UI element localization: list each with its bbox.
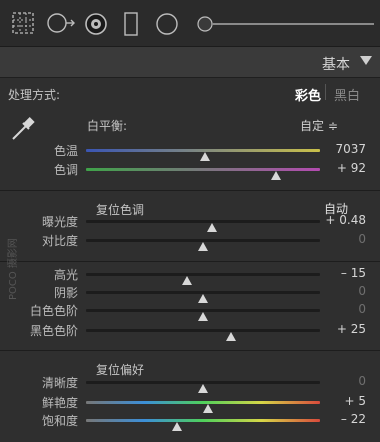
slider-thumb[interactable] [181,276,192,285]
panel-title: 基本 [322,57,350,73]
slider-value[interactable]: 0 [306,302,366,316]
section-divider [0,190,380,191]
panel-header[interactable]: 基本 [0,47,380,78]
slider-track[interactable] [86,273,320,276]
crop-overlay-icon[interactable] [12,12,34,34]
slider-value[interactable]: 0 [306,232,366,246]
treatment-color-option[interactable]: 彩色 [295,85,321,104]
slider-label: 色温 [53,144,78,158]
watermark-text: POCO 摄影网 [8,238,19,300]
slider-thumb[interactable] [198,294,208,303]
slider-value[interactable]: 0 [306,284,366,298]
slider-track[interactable] [86,168,320,171]
slider-label: 鲜艳度 [41,396,78,410]
slider-value[interactable]: – 22 [306,412,366,426]
slider-label: 白色色阶 [29,304,78,318]
slider-value[interactable]: + 92 [306,161,366,175]
slider-label: 黑色色阶 [29,324,78,338]
slider-value[interactable]: + 0.48 [306,213,366,227]
slider-thumb[interactable] [200,152,211,161]
eyedropper-icon[interactable] [8,112,40,144]
collapse-triangle-icon[interactable] [360,56,372,65]
slider-thumb[interactable] [198,312,208,321]
slider-thumb[interactable] [172,422,183,431]
slider-thumb[interactable] [270,171,281,180]
slider-thumb[interactable] [207,223,218,232]
slider-value[interactable]: 7037 [306,142,366,156]
radial-filter-icon[interactable] [155,12,179,36]
slider-value[interactable]: 0 [306,374,366,388]
slider-thumb[interactable] [202,404,213,413]
slider-label: 高光 [53,268,78,282]
section-divider [0,350,380,351]
white-balance-label: 白平衡: [87,119,128,133]
reset-presence-button[interactable]: 复位偏好 [96,361,144,378]
slider-thumb[interactable] [198,384,208,393]
spot-removal-icon[interactable] [46,11,76,35]
slider-track[interactable] [86,329,320,332]
white-balance-select[interactable]: 自定 ≑ [300,117,338,134]
slider-label: 清晰度 [41,376,78,390]
treatment-row: 处理方式: 彩色 黑白 [0,78,380,106]
graduated-filter-icon[interactable] [124,12,138,36]
slider-value[interactable]: + 25 [306,322,366,336]
slider-value[interactable]: + 5 [306,394,366,408]
slider-label: 饱和度 [41,414,78,428]
slider-label: 曝光度 [41,215,78,229]
slider-value[interactable]: – 15 [306,266,366,280]
treatment-label: 处理方式: [8,88,61,102]
reset-tone-button[interactable]: 复位色调 [96,201,144,218]
tool-strip [0,0,380,47]
slider-thumb[interactable] [226,332,237,341]
slider-label: 阴影 [53,286,78,300]
treatment-bw-option[interactable]: 黑白 [334,85,360,104]
slider-track[interactable] [86,220,320,223]
slider-label: 色调 [53,163,78,177]
section-divider [0,261,380,262]
slider-label: 对比度 [41,234,78,248]
adjustment-brush-slider-icon[interactable] [196,15,376,33]
treatment-separator [325,84,326,100]
red-eye-icon[interactable] [84,12,108,36]
slider-track[interactable] [86,419,320,422]
slider-thumb[interactable] [198,242,208,251]
